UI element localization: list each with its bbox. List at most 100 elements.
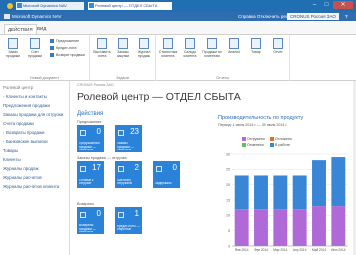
tab-view[interactable]: ВИД <box>34 24 49 33</box>
ribbon-group-new: Заказ продажи Счет продажи Предложение К… <box>0 35 90 81</box>
close-button[interactable]: ✕ <box>333 1 353 9</box>
list-icon <box>118 38 128 49</box>
nav-item-customers-contacts[interactable]: › Клиенты и контакты <box>3 94 47 99</box>
nav-item-items-label: Товары <box>3 148 19 153</box>
report-icon <box>185 38 195 49</box>
sales-invoice-button[interactable]: Счет продажи <box>24 38 46 58</box>
nav-item-bank-statements[interactable]: › Банковские выписки <box>3 139 48 144</box>
tile-delayed[interactable]: 0 Задержано <box>153 161 180 188</box>
report-icon <box>207 38 217 49</box>
report-icon <box>273 38 283 49</box>
tile-ready-to-ship-value: 17 <box>92 163 101 172</box>
browser-tab-1[interactable]: Microsoft Dynamics NAV <box>16 2 84 10</box>
sales-journal-label: Журнал продаж <box>137 50 151 58</box>
x-tick-label: Апр 2014 <box>293 248 307 252</box>
tile-delayed-label: Задержано <box>155 182 172 186</box>
company-selector[interactable]: CRONUS Россия ЗАО <box>287 13 339 20</box>
legend-swatch <box>242 143 246 148</box>
tile-partially-shipped-label: Частично отгружено <box>117 178 133 186</box>
report-label: Отчет <box>273 50 283 54</box>
tile-ready-to-ship[interactable]: 17 Готовые к отгрузке <box>77 161 104 188</box>
legend-swatch <box>242 137 246 142</box>
nav-item-sales-invoices[interactable]: Счета продажи <box>3 121 34 126</box>
truck-icon <box>118 166 124 172</box>
return-icon <box>50 53 54 58</box>
quote-button[interactable]: Предложение <box>50 39 79 44</box>
purchase-orders-button[interactable]: Заказы закупки <box>112 38 134 58</box>
report-icon <box>251 38 261 49</box>
sales-order-button[interactable]: Заказ продажи <box>2 38 24 58</box>
sales-journal-button[interactable]: Журнал продаж <box>133 38 155 58</box>
nav-item-customer-payment-journals[interactable]: Журналы расчетов клиента <box>3 184 59 189</box>
customer-balance-label: Сальдо клиента <box>183 50 197 58</box>
nav-item-payment-journals[interactable]: Журналы расчетов <box>3 175 42 180</box>
tile-partially-shipped-value: 2 <box>134 163 139 172</box>
nav-item-sales-returns-label: Возвраты продажи <box>6 130 45 135</box>
tile-open-quotes[interactable]: 0 Предложения продажи — открытые <box>77 125 104 152</box>
dynamics-logo-icon <box>4 14 10 19</box>
bar-segment <box>234 209 249 246</box>
nav-item-role-center[interactable]: Ролевой центр <box>3 85 33 90</box>
credit-memo-button[interactable]: Кредит-нота <box>50 46 76 51</box>
analysis-button[interactable]: Анализ <box>223 38 245 54</box>
purchase-orders-label: Заказы закупки <box>116 50 130 58</box>
report-button[interactable]: Отчет <box>267 38 289 54</box>
browser-tab-2[interactable]: Ролевой центр — ОТДЕЛ СБЫТА <box>88 2 172 10</box>
nav-item-payment-journals-label: Журналы расчетов <box>3 175 42 180</box>
tile-partially-shipped[interactable]: 2 Частично отгружено <box>115 161 142 188</box>
sales-by-customer-button[interactable]: Продажи по клиентам <box>201 38 223 58</box>
help-button[interactable]: ? <box>345 12 348 21</box>
truck-icon <box>80 166 86 172</box>
nav-item-orders-to-ship[interactable]: Заказы продажи для отгрузки <box>3 112 63 117</box>
y-tick-label: 30 <box>226 152 230 156</box>
main-content: CRONUS Россия ЗАО Ролевой центр — ОТДЕЛ … <box>70 81 356 255</box>
tile-open-returns[interactable]: 0 Возвраты продажи — открытые <box>77 207 104 234</box>
x-tick-label: Мар 2014 <box>273 248 287 252</box>
nav-item-sales-quotes[interactable]: Предложения продажи <box>3 103 50 108</box>
return-button[interactable]: Возврат продажи <box>50 53 85 58</box>
x-tick-label: Фев 2014 <box>254 248 268 252</box>
nav-item-items[interactable]: Товары <box>3 148 18 153</box>
nav-item-sales-journals[interactable]: Журналы продаж <box>3 166 39 171</box>
legend-swatch <box>270 143 274 148</box>
legend-item: В работе <box>270 143 290 148</box>
x-tick-label: Май 2014 <box>312 248 326 252</box>
nav-item-customers[interactable]: Клиенты <box>3 157 21 162</box>
app-mode-link[interactable]: Справка Отключить режим <box>238 12 294 21</box>
sales-order-label: Заказ продажи <box>6 50 20 58</box>
activities-group-quotes: Предложения <box>77 120 102 124</box>
post-invoices-button[interactable]: Выставить счета <box>91 38 113 58</box>
tile-open-orders[interactable]: 23 Заказы продажи — открытые <box>115 125 142 152</box>
bar-segment <box>234 175 249 210</box>
tab-favicon-icon <box>17 3 22 8</box>
tile-open-credit-memos-label: Кредит-ноты — открытые <box>117 224 140 232</box>
bar-segment <box>292 175 307 210</box>
nav-item-sales-returns[interactable]: › Возвраты продажи <box>3 130 44 135</box>
tile-open-quotes-value: 0 <box>96 127 101 136</box>
x-tick-label: Янв 2014 <box>235 248 249 252</box>
legend-label: В работе <box>275 143 290 147</box>
legend-label: Отгружено <box>247 137 265 141</box>
tile-ready-to-ship-label: Готовые к отгрузке <box>79 178 94 186</box>
nav-item-customers-label: Клиенты <box>3 157 21 162</box>
activities-title: Действия <box>77 111 104 117</box>
nav-item-customer-payment-journals-label: Журналы расчетов клиента <box>3 184 60 189</box>
legend-item: Отложено <box>270 137 292 142</box>
tab-actions[interactable]: ДЕЙСТВИЯ <box>4 24 37 34</box>
maximize-button[interactable]: □ <box>321 1 332 9</box>
y-tick-label: 5 <box>228 229 230 233</box>
customer-stats-button[interactable]: Статистика клиента <box>157 38 179 58</box>
browser-logo-icon <box>7 3 13 9</box>
customer-balance-button[interactable]: Сальдо клиента <box>179 38 201 58</box>
minimize-button[interactable]: – <box>309 1 320 9</box>
tile-open-credit-memos[interactable]: 1 Кредит-ноты — открытые <box>115 207 142 234</box>
item-button[interactable]: Товар <box>245 38 267 54</box>
return-icon <box>80 212 86 218</box>
document-icon <box>30 38 40 49</box>
legend-item: Отгружено <box>242 137 265 142</box>
tile-open-returns-value: 0 <box>96 209 101 218</box>
legend-label: Отменено <box>247 143 264 147</box>
document-icon <box>8 38 18 49</box>
sales-by-customer-label: Продажи по клиентам <box>202 50 222 58</box>
y-tick-label: 15 <box>226 198 230 202</box>
